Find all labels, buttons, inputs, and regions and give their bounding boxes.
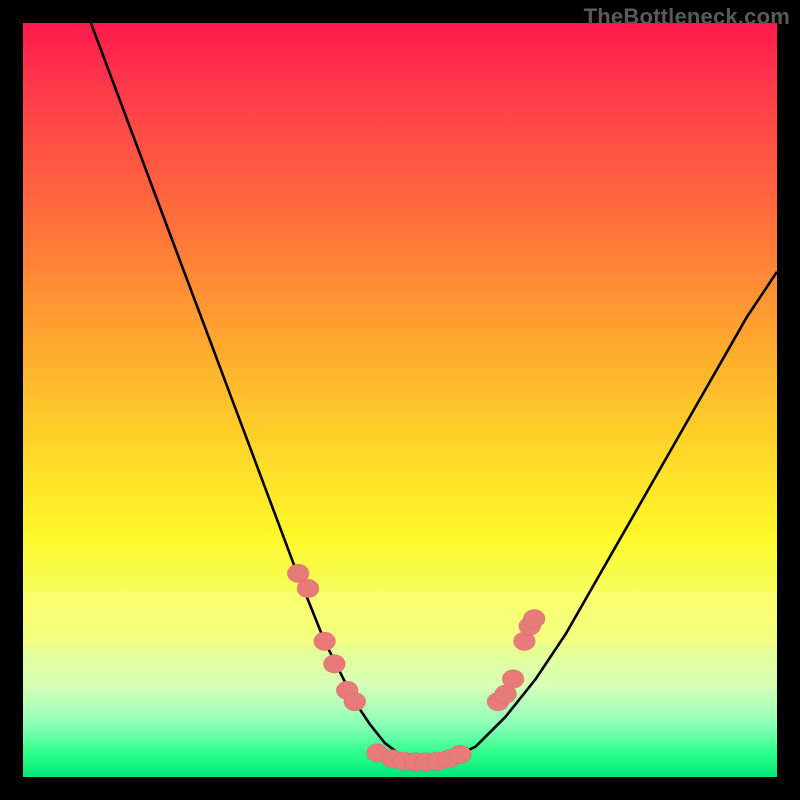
- data-dot: [523, 609, 545, 628]
- markers-group: [287, 564, 545, 771]
- data-dot: [297, 579, 319, 598]
- data-dot: [449, 745, 471, 764]
- data-dot: [314, 632, 336, 651]
- data-dot: [323, 655, 345, 674]
- bottleneck-curve: [91, 23, 777, 762]
- data-dot: [344, 692, 366, 711]
- data-dot: [502, 670, 524, 689]
- plot-svg: [23, 23, 777, 777]
